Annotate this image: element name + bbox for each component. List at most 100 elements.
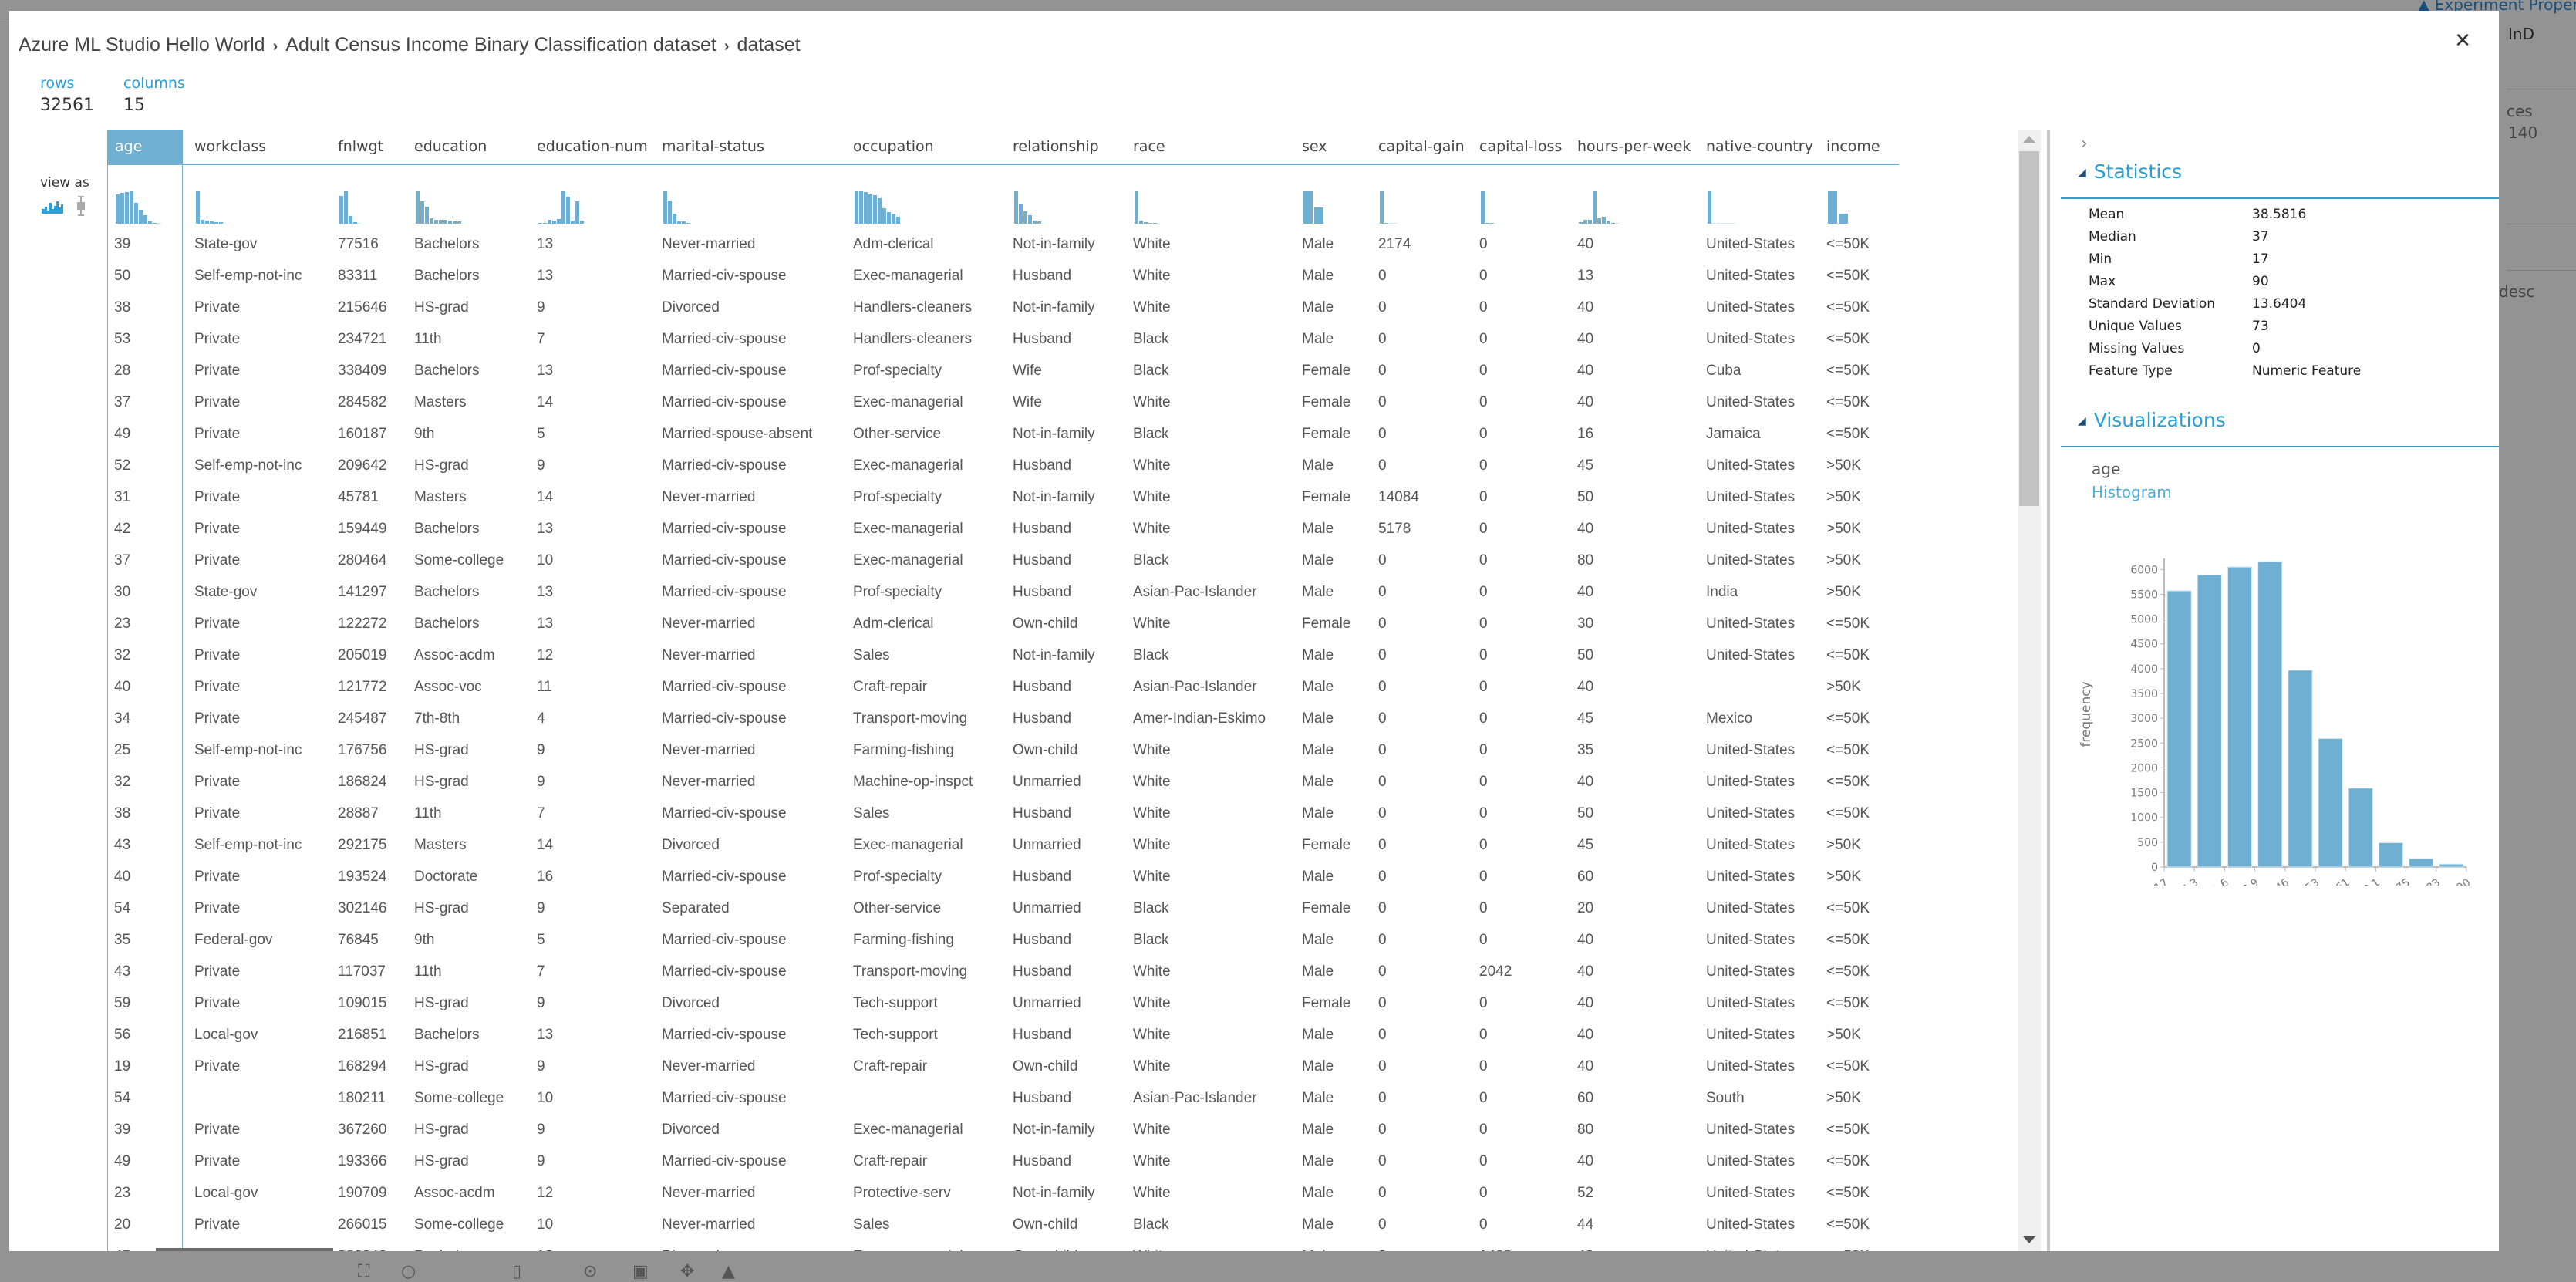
cell-native-country[interactable]: United-States — [1706, 228, 1795, 260]
cell-sex[interactable]: Female — [1302, 987, 1350, 1019]
cell-age[interactable]: 52 — [114, 450, 130, 481]
cell-education[interactable]: HS-grad — [414, 292, 469, 323]
cell-occupation[interactable]: Prof-specialty — [853, 576, 942, 608]
cell-marital-status[interactable]: Divorced — [662, 987, 720, 1019]
cell-marital-status[interactable]: Married-civ-spouse — [662, 545, 787, 576]
cell-sex[interactable]: Male — [1302, 639, 1334, 671]
cell-occupation[interactable]: Sales — [853, 798, 890, 829]
cell-education-num[interactable]: 9 — [537, 450, 545, 481]
column-header-relationship[interactable]: relationship — [1013, 130, 1099, 164]
cell-education-num[interactable]: 9 — [537, 766, 545, 798]
cell-workclass[interactable]: Local-gov — [194, 1019, 258, 1051]
cell-race[interactable]: Black — [1133, 892, 1168, 924]
cell-relationship[interactable]: Own-child — [1013, 734, 1077, 766]
cell-relationship[interactable]: Husband — [1013, 576, 1071, 608]
cell-education[interactable]: Bachelors — [414, 355, 480, 386]
cell-capital-gain[interactable]: 0 — [1378, 861, 1387, 892]
cell-fnlwgt[interactable]: 292175 — [338, 829, 386, 861]
cell-relationship[interactable]: Husband — [1013, 671, 1071, 703]
cell-native-country[interactable]: United-States — [1706, 1019, 1795, 1051]
column-header-sex[interactable]: sex — [1302, 130, 1327, 164]
cell-income[interactable]: <=50K — [1826, 1145, 1870, 1177]
cell-relationship[interactable]: Husband — [1013, 924, 1071, 956]
collapse-icon[interactable]: ▲ — [722, 1262, 735, 1281]
cell-education-num[interactable]: 13 — [537, 1240, 553, 1251]
cell-hours-per-week[interactable]: 50 — [1577, 798, 1593, 829]
cell-fnlwgt[interactable]: 168294 — [338, 1051, 386, 1082]
cell-fnlwgt[interactable]: 117037 — [338, 956, 386, 987]
cell-race[interactable]: Black — [1133, 924, 1168, 956]
cell-age[interactable]: 32 — [114, 766, 130, 798]
cell-age[interactable]: 49 — [114, 418, 130, 450]
vertical-scrollbar[interactable] — [2018, 130, 2041, 1251]
cell-fnlwgt[interactable]: 284582 — [338, 386, 386, 418]
cell-hours-per-week[interactable]: 40 — [1577, 386, 1593, 418]
cell-income[interactable]: >50K — [1826, 576, 1861, 608]
cell-education[interactable]: Bachelors — [414, 608, 480, 639]
cell-capital-gain[interactable]: 0 — [1378, 576, 1387, 608]
cell-education[interactable]: Assoc-acdm — [414, 639, 495, 671]
cell-fnlwgt[interactable]: 159449 — [338, 513, 386, 545]
cell-occupation[interactable]: Exec-managerial — [853, 386, 963, 418]
cell-age[interactable]: 49 — [114, 1145, 130, 1177]
cell-race[interactable]: Black — [1133, 418, 1168, 450]
cell-occupation[interactable]: Farming-fishing — [853, 924, 954, 956]
cell-workclass[interactable]: Private — [194, 386, 240, 418]
cell-marital-status[interactable]: Married-civ-spouse — [662, 260, 787, 292]
cell-capital-loss[interactable]: 0 — [1479, 861, 1488, 892]
cell-income[interactable]: <=50K — [1826, 323, 1870, 355]
cell-capital-gain[interactable]: 2174 — [1378, 228, 1411, 260]
cell-sex[interactable]: Male — [1302, 861, 1334, 892]
cell-native-country[interactable]: United-States — [1706, 734, 1795, 766]
cell-capital-loss[interactable]: 0 — [1479, 671, 1488, 703]
cell-education[interactable]: HS-grad — [414, 1145, 469, 1177]
cell-workclass[interactable]: Local-gov — [194, 1177, 258, 1209]
cell-age[interactable]: 54 — [114, 1082, 130, 1114]
cell-hours-per-week[interactable]: 40 — [1577, 292, 1593, 323]
cell-hours-per-week[interactable]: 40 — [1577, 323, 1593, 355]
cell-age[interactable]: 35 — [114, 924, 130, 956]
cell-native-country[interactable]: United-States — [1706, 1240, 1795, 1251]
cell-fnlwgt[interactable]: 209642 — [338, 450, 386, 481]
cell-marital-status[interactable]: Married-civ-spouse — [662, 798, 787, 829]
cell-education-num[interactable]: 14 — [537, 386, 553, 418]
cell-capital-loss[interactable]: 0 — [1479, 1082, 1488, 1114]
cell-marital-status[interactable]: Married-civ-spouse — [662, 956, 787, 987]
cell-education-num[interactable]: 7 — [537, 323, 545, 355]
cell-marital-status[interactable]: Married-civ-spouse — [662, 355, 787, 386]
cell-fnlwgt[interactable]: 302146 — [338, 892, 386, 924]
cell-sex[interactable]: Male — [1302, 798, 1334, 829]
cell-hours-per-week[interactable]: 40 — [1577, 1145, 1593, 1177]
cell-age[interactable]: 43 — [114, 829, 130, 861]
cell-age[interactable]: 37 — [114, 545, 130, 576]
cell-capital-gain[interactable]: 0 — [1378, 766, 1387, 798]
cell-race[interactable]: White — [1133, 1114, 1171, 1145]
cell-workclass[interactable]: Self-emp-not-inc — [194, 734, 302, 766]
cell-marital-status[interactable]: Married-civ-spouse — [662, 1082, 787, 1114]
cell-workclass[interactable]: Federal-gov — [194, 924, 272, 956]
cell-hours-per-week[interactable]: 40 — [1577, 924, 1593, 956]
cell-capital-loss[interactable]: 0 — [1479, 639, 1488, 671]
cell-capital-gain[interactable]: 0 — [1378, 386, 1387, 418]
cell-education-num[interactable]: 16 — [537, 861, 553, 892]
mini-histogram-native-country[interactable] — [1708, 174, 1777, 224]
cell-fnlwgt[interactable]: 280464 — [338, 545, 386, 576]
cell-capital-gain[interactable]: 0 — [1378, 418, 1387, 450]
cell-occupation[interactable]: Other-service — [853, 892, 941, 924]
cell-relationship[interactable]: Not-in-family — [1013, 292, 1095, 323]
cell-relationship[interactable]: Husband — [1013, 861, 1071, 892]
cell-native-country[interactable]: United-States — [1706, 1209, 1795, 1240]
minimap-icon[interactable]: ▣ — [632, 1262, 649, 1281]
cell-native-country[interactable]: United-States — [1706, 766, 1795, 798]
cell-occupation[interactable]: Craft-repair — [853, 671, 927, 703]
mini-histogram-education-num[interactable] — [538, 174, 608, 224]
cell-marital-status[interactable]: Married-civ-spouse — [662, 671, 787, 703]
cell-native-country[interactable]: United-States — [1706, 386, 1795, 418]
cell-relationship[interactable]: Not-in-family — [1013, 228, 1095, 260]
cell-hours-per-week[interactable]: 50 — [1577, 481, 1593, 513]
cell-education-num[interactable]: 10 — [537, 1082, 553, 1114]
cell-education-num[interactable]: 13 — [537, 576, 553, 608]
cell-income[interactable]: <=50K — [1826, 355, 1870, 386]
column-header-education[interactable]: education — [414, 130, 487, 164]
cell-hours-per-week[interactable]: 30 — [1577, 608, 1593, 639]
